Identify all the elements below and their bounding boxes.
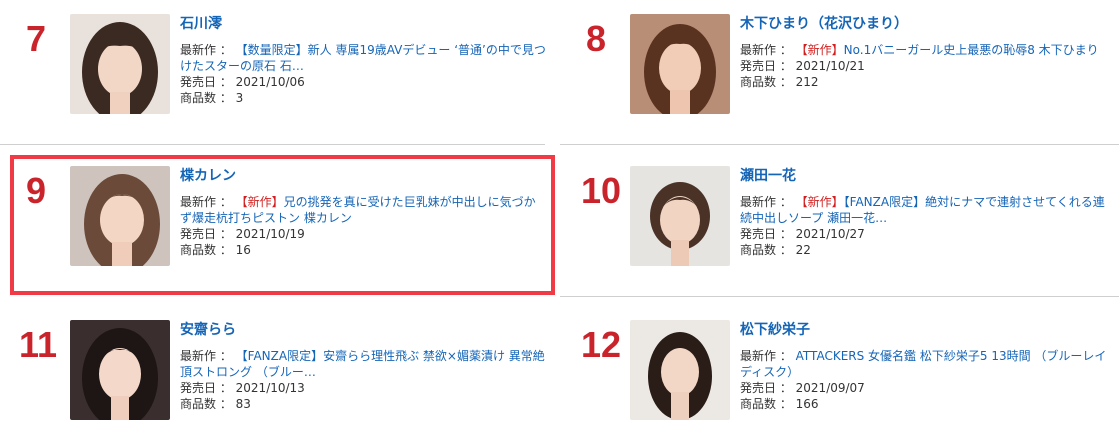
release-label: 発売日 ：: [180, 381, 232, 395]
latest-label: 最新作 ：: [740, 43, 792, 57]
latest-work-link[interactable]: 【FANZA限定】安齋らら理性飛ぶ 禁欲×媚薬漬け 異常絶頂ストロング （ブルー…: [180, 349, 545, 379]
latest-work-title: 【FANZA限定】安齋らら理性飛ぶ 禁欲×媚薬漬け 異常絶頂ストロング （ブルー…: [180, 349, 545, 379]
latest-work-link[interactable]: 【新作】No.1バニーガール史上最悪の恥辱8 木下ひまり: [796, 43, 1099, 57]
release-date: 発売日 ： 2021/10/06: [180, 74, 550, 90]
actress-photo[interactable]: [630, 14, 730, 114]
actress-name-link[interactable]: 瀬田一花: [740, 166, 1110, 186]
release-date-value: 2021/10/21: [795, 59, 865, 73]
count-label: 商品数 ：: [740, 397, 792, 411]
new-badge: 【新作】: [795, 195, 844, 209]
actress-info: 石川澪 最新作 ： 【数量限定】新人 専属19歳AVデビュー ‘普通’の中で見つ…: [180, 14, 550, 106]
product-count: 商品数 ： 3: [180, 90, 550, 106]
count-label: 商品数 ：: [740, 75, 792, 89]
latest-work-title: No.1バニーガール史上最悪の恥辱8 木下ひまり: [843, 43, 1099, 57]
latest-label: 最新作 ：: [180, 43, 232, 57]
product-count: 商品数 ： 83: [180, 396, 550, 412]
ranking-card: 8 木下ひまり（花沢ひまり） 最新作 ： 【新作】No.1バニーガール史上最悪の…: [560, 0, 1119, 128]
latest-label: 最新作 ：: [740, 349, 792, 363]
ranking-card: 12 松下紗栄子 最新作 ： ATTACKERS 女優名鑑 松下紗栄子5 13時…: [560, 306, 1119, 434]
latest-label: 最新作 ：: [740, 195, 792, 209]
product-count-value: 22: [795, 243, 811, 257]
portrait-image: [630, 320, 730, 420]
latest-work: 最新作 ： ATTACKERS 女優名鑑 松下紗栄子5 13時間 （ブルーレイデ…: [740, 348, 1110, 380]
release-date: 発売日 ： 2021/10/13: [180, 380, 550, 396]
rank-number: 7: [25, 18, 47, 59]
rank-number: 10: [580, 170, 622, 211]
actress-photo[interactable]: [630, 166, 730, 266]
latest-work-title: ATTACKERS 女優名鑑 松下紗栄子5 13時間 （ブルーレイディスク）: [740, 349, 1107, 379]
release-label: 発売日 ：: [740, 381, 792, 395]
release-label: 発売日 ：: [740, 59, 792, 73]
count-label: 商品数 ：: [180, 91, 232, 105]
actress-info: 木下ひまり（花沢ひまり） 最新作 ： 【新作】No.1バニーガール史上最悪の恥辱…: [740, 14, 1110, 90]
product-count-value: 166: [795, 397, 819, 411]
rank-number: 12: [580, 324, 622, 365]
actress-info: 安齋らら 最新作 ： 【FANZA限定】安齋らら理性飛ぶ 禁欲×媚薬漬け 異常絶…: [180, 320, 550, 412]
ranking-card: 7 石川澪 最新作 ： 【数量限定】新人 専属19歳AVデビュー ‘普通’の中で…: [0, 0, 560, 128]
product-count: 商品数 ： 166: [740, 396, 1110, 412]
latest-work-link[interactable]: ATTACKERS 女優名鑑 松下紗栄子5 13時間 （ブルーレイディスク）: [740, 349, 1106, 379]
release-date-value: 2021/09/07: [795, 381, 865, 395]
release-date-value: 2021/10/27: [795, 227, 865, 241]
latest-work: 最新作 ： 【FANZA限定】安齋らら理性飛ぶ 禁欲×媚薬漬け 異常絶頂ストロン…: [180, 348, 550, 380]
actress-ranking-grid: 7 石川澪 最新作 ： 【数量限定】新人 専属19歳AVデビュー ‘普通’の中で…: [0, 0, 1119, 445]
actress-photo[interactable]: [70, 320, 170, 420]
latest-work-link[interactable]: 【数量限定】新人 専属19歳AVデビュー ‘普通’の中で見つけたスターの原石 石…: [180, 43, 546, 73]
ranking-card: 10 瀬田一花 最新作 ： 【新作】【FANZA限定】絶対にナマで連射させてくれ…: [560, 152, 1119, 280]
portrait-image: [630, 166, 730, 266]
release-label: 発売日 ：: [740, 227, 792, 241]
release-date-value: 2021/10/13: [235, 381, 305, 395]
rank-number: 8: [585, 18, 607, 59]
release-label: 発売日 ：: [180, 75, 232, 89]
product-count-value: 83: [235, 397, 251, 411]
release-date: 発売日 ： 2021/10/27: [740, 226, 1110, 242]
actress-photo[interactable]: [70, 14, 170, 114]
row-divider: [0, 144, 545, 145]
latest-work: 最新作 ： 【数量限定】新人 専属19歳AVデビュー ‘普通’の中で見つけたスタ…: [180, 42, 550, 74]
latest-work: 最新作 ： 【新作】No.1バニーガール史上最悪の恥辱8 木下ひまり: [740, 42, 1110, 58]
actress-info: 瀬田一花 最新作 ： 【新作】【FANZA限定】絶対にナマで連射させてくれる連続…: [740, 166, 1110, 258]
actress-name-link[interactable]: 石川澪: [180, 14, 550, 34]
latest-label: 最新作 ：: [180, 349, 232, 363]
new-badge: 【新作】: [795, 43, 844, 57]
release-date-value: 2021/10/06: [235, 75, 305, 89]
actress-name-link[interactable]: 木下ひまり（花沢ひまり）: [740, 14, 1110, 34]
row-divider: [560, 144, 1119, 145]
product-count: 商品数 ： 22: [740, 242, 1110, 258]
actress-photo[interactable]: [630, 320, 730, 420]
portrait-image: [630, 14, 730, 114]
portrait-image: [70, 320, 170, 420]
product-count-value: 3: [235, 91, 244, 105]
release-date: 発売日 ： 2021/09/07: [740, 380, 1110, 396]
latest-work-title: 【数量限定】新人 専属19歳AVデビュー ‘普通’の中で見つけたスターの原石 石…: [180, 43, 546, 73]
count-label: 商品数 ：: [740, 243, 792, 257]
product-count: 商品数 ： 212: [740, 74, 1110, 90]
rank-number: 11: [18, 324, 58, 365]
actress-name-link[interactable]: 安齋らら: [180, 320, 550, 340]
portrait-image: [70, 14, 170, 114]
selection-highlight: [10, 155, 555, 295]
latest-work-link[interactable]: 【新作】【FANZA限定】絶対にナマで連射させてくれる連続中出しソープ 瀬田一花…: [740, 195, 1105, 225]
actress-info: 松下紗栄子 最新作 ： ATTACKERS 女優名鑑 松下紗栄子5 13時間 （…: [740, 320, 1110, 412]
product-count-value: 212: [795, 75, 819, 89]
ranking-card: 11 安齋らら 最新作 ： 【FANZA限定】安齋らら理性飛ぶ 禁欲×媚薬漬け …: [0, 306, 560, 434]
count-label: 商品数 ：: [180, 397, 232, 411]
row-divider: [560, 296, 1119, 297]
latest-work: 最新作 ： 【新作】【FANZA限定】絶対にナマで連射させてくれる連続中出しソー…: [740, 194, 1110, 226]
release-date: 発売日 ： 2021/10/21: [740, 58, 1110, 74]
actress-name-link[interactable]: 松下紗栄子: [740, 320, 1110, 340]
